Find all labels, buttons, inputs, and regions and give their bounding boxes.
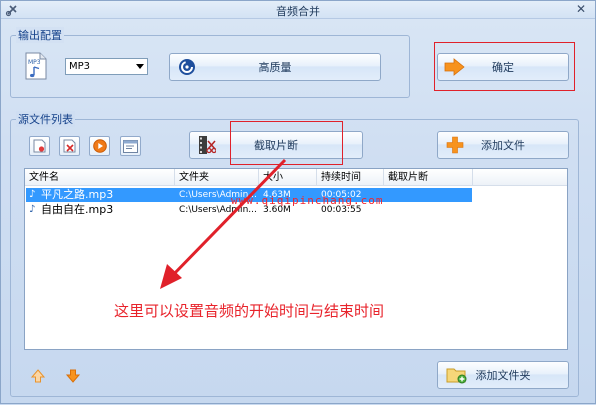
column-header-filename[interactable]: 文件名: [25, 169, 175, 186]
remove-file-button[interactable]: [59, 136, 80, 156]
column-header-duration[interactable]: 持续时间: [317, 169, 384, 186]
annotation-text: 这里可以设置音频的开始时间与结束时间: [114, 302, 385, 320]
quality-button[interactable]: 高质量: [169, 53, 381, 81]
file-name: 自由自在.mp3: [41, 203, 114, 216]
audio-file-icon: ♪: [29, 204, 36, 215]
window-properties-icon: [123, 139, 138, 153]
play-icon: [92, 139, 107, 153]
file-name: 平凡之路.mp3: [41, 188, 114, 201]
add-file-button[interactable]: 添加文件: [437, 131, 569, 159]
column-header-clip[interactable]: 截取片断: [384, 169, 473, 186]
column-header-folder[interactable]: 文件夹: [175, 169, 259, 186]
new-file-icon: [33, 139, 46, 153]
delete-file-icon: [63, 139, 76, 153]
mp3-icon-label: MP3: [28, 59, 41, 66]
file-clip: [388, 203, 472, 217]
add-folder-button[interactable]: 添加文件夹: [437, 361, 569, 389]
arrow-down-icon: [65, 369, 81, 383]
properties-button[interactable]: [120, 136, 141, 156]
title-bar: 音频合并 ✕: [1, 1, 595, 19]
add-folder-button-label: 添加文件夹: [475, 369, 531, 382]
watermark-text: www.qiqipinchang.com: [231, 194, 384, 207]
plus-icon: [446, 136, 464, 154]
confirm-button[interactable]: 确定: [437, 53, 569, 81]
new-list-button[interactable]: [29, 136, 50, 156]
add-file-button-label: 添加文件: [481, 139, 525, 152]
folder-add-icon: [446, 368, 467, 384]
close-button[interactable]: ✕: [573, 1, 589, 17]
chevron-down-icon: [136, 64, 144, 69]
arrow-right-icon: [444, 58, 465, 76]
move-up-button[interactable]: [30, 368, 48, 384]
clip-button[interactable]: 截取片断: [189, 131, 363, 159]
quality-button-label: 高质量: [258, 61, 292, 74]
move-down-button[interactable]: [65, 368, 83, 384]
quality-icon: [179, 59, 195, 75]
file-clip: [388, 188, 472, 202]
film-scissors-icon: [199, 136, 216, 154]
format-select[interactable]: MP3: [65, 58, 148, 75]
output-config-label: 输出配置: [16, 27, 64, 43]
source-list-label: 源文件列表: [16, 111, 75, 127]
window-title: 音频合并: [276, 5, 320, 18]
confirm-button-label: 确定: [492, 61, 514, 74]
clip-button-label: 截取片断: [254, 139, 298, 152]
column-header-size[interactable]: 大小: [259, 169, 317, 186]
play-button[interactable]: [89, 136, 110, 156]
audio-merge-window: 音频合并 ✕ 输出配置 MP3 MP3 高质量 确定 源文件列表 截取片断 添加…: [0, 0, 596, 404]
file-list-header: 文件名 文件夹 大小 持续时间 截取片断: [25, 169, 567, 186]
mp3-file-icon: MP3: [25, 52, 47, 80]
audio-file-icon: ♪: [29, 189, 36, 200]
format-select-value: MP3: [69, 61, 91, 72]
arrow-up-icon: [30, 369, 46, 383]
